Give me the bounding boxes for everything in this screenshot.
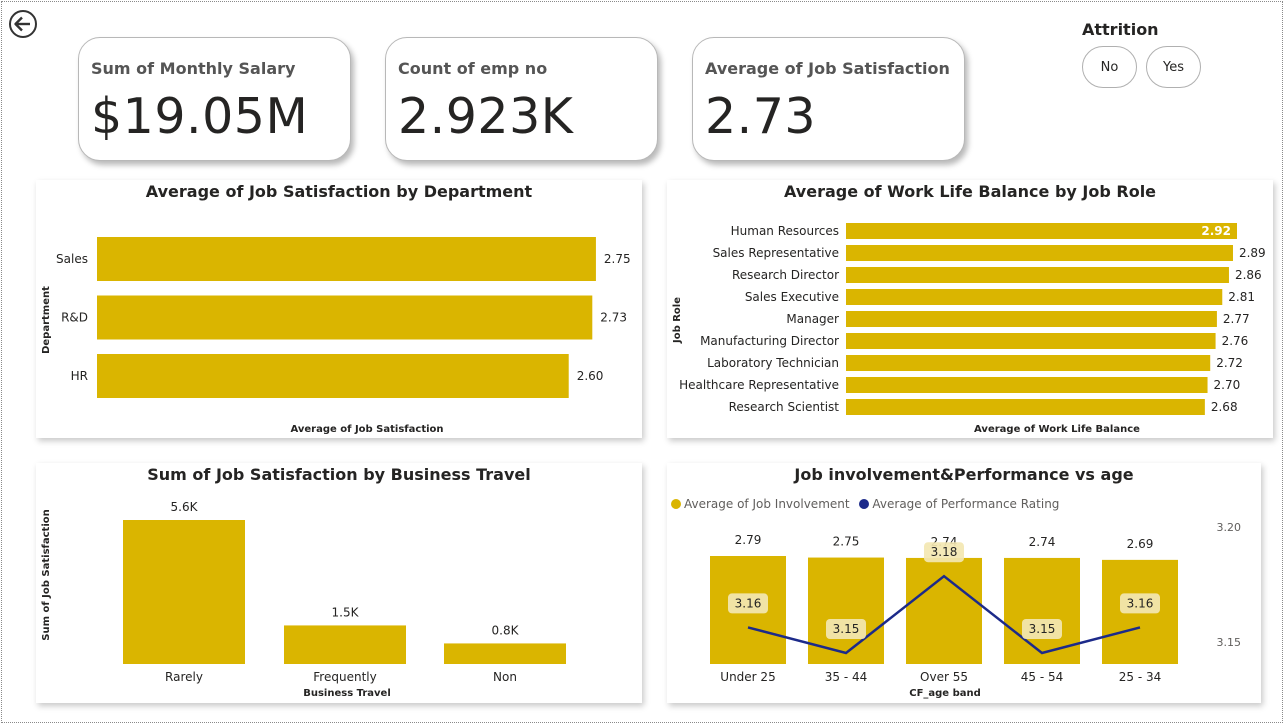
chart-plot: 2.79Under 252.7535 - 442.74Over 552.7445…: [710, 521, 1242, 699]
kpi-label: Sum of Monthly Salary: [91, 59, 296, 78]
chart-job-satisfaction-by-travel: Sum of Job Satisfaction by Business Trav…: [36, 463, 642, 703]
kpi-label: Average of Job Satisfaction: [705, 59, 950, 78]
y-axis-title: Department: [41, 286, 52, 354]
y-axis-title: Sum of Job Satisfaction: [41, 509, 52, 641]
bar: [284, 625, 406, 664]
kpi-label: Count of emp no: [398, 59, 548, 78]
category-label: Manager: [786, 312, 839, 326]
chart-involvement-performance-vs-age: Job involvement&Performance vs age Avera…: [667, 463, 1261, 703]
data-label: 3.16: [1127, 596, 1154, 610]
data-label: 2.77: [1223, 312, 1250, 326]
data-label: 2.68: [1211, 400, 1238, 414]
data-label: 2.92: [1201, 224, 1231, 238]
category-label: Rarely: [165, 670, 203, 684]
slicer-title: Attrition: [1082, 20, 1159, 39]
slicer-option-yes[interactable]: Yes: [1146, 46, 1201, 88]
x-axis-title: CF_age band: [909, 688, 981, 699]
chart-work-life-balance-by-role: Average of Work Life Balance by Job Role…: [667, 180, 1273, 438]
back-arrow-icon[interactable]: [8, 9, 38, 39]
kpi-card-count: Count of emp no 2.923K: [385, 37, 658, 161]
chart-plot: 5.6K Rarely 1.5K Frequently 0.8K Non Business …: [41, 500, 566, 699]
bar: [123, 520, 245, 664]
chart-job-satisfaction-by-department: Average of Job Satisfaction by Departmen…: [36, 180, 642, 438]
x-axis-title: Average of Work Life Balance: [974, 424, 1140, 435]
kpi-value: 2.73: [705, 88, 817, 145]
bar: [97, 354, 569, 398]
data-label: 2.81: [1228, 290, 1255, 304]
chart-plot: Sales 2.75 R&D 2.73 HR 2.60 Average of Job Sat…: [41, 237, 631, 435]
category-label: Sales Executive: [745, 290, 839, 304]
chart-plot: Human Resources 2.92 Sales Representative 2…: [672, 223, 1266, 435]
bar: [444, 643, 566, 664]
kpi-value: 2.923K: [398, 88, 574, 145]
data-label: 2.79: [735, 533, 762, 547]
bar: [846, 311, 1217, 327]
category-label: Sales: [56, 252, 88, 266]
bar: [808, 557, 884, 664]
category-label: Research Scientist: [729, 400, 840, 414]
category-label: Sales Representative: [713, 246, 839, 260]
data-label: 2.69: [1127, 537, 1154, 551]
data-label: 3.15: [833, 622, 860, 636]
category-label: Under 25: [720, 670, 775, 684]
category-label: Laboratory Technician: [707, 356, 839, 370]
data-label: 2.89: [1239, 246, 1266, 260]
kpi-card-salary: Sum of Monthly Salary $19.05M: [78, 37, 351, 161]
data-label: 2.74: [1029, 535, 1056, 549]
data-label: 2.72: [1216, 356, 1243, 370]
bar: [846, 289, 1223, 305]
bar: [846, 355, 1211, 371]
bar: [846, 245, 1233, 261]
category-label: R&D: [61, 311, 88, 325]
slicer-option-no[interactable]: No: [1082, 46, 1137, 88]
bar: [97, 237, 596, 281]
data-label: 2.76: [1222, 334, 1249, 348]
data-label: 3.16: [735, 596, 762, 610]
bar: [846, 333, 1216, 349]
category-label: Manufacturing Director: [700, 334, 839, 348]
category-label: Frequently: [313, 670, 376, 684]
data-label: 2.70: [1214, 378, 1241, 392]
category-label: 35 - 44: [825, 670, 868, 684]
y-axis-title: Job Role: [672, 297, 683, 344]
bar: [846, 377, 1208, 393]
bar: [846, 267, 1229, 283]
data-label: 3.18: [931, 545, 958, 559]
x-axis-title: Average of Job Satisfaction: [290, 424, 443, 435]
data-label: 2.75: [833, 535, 860, 549]
bar: [97, 295, 593, 340]
data-label: 2.60: [577, 369, 604, 383]
y2-tick-label: 3.20: [1217, 521, 1242, 534]
data-label: 1.5K: [332, 605, 360, 619]
data-label: 5.6K: [171, 500, 199, 514]
kpi-value: $19.05M: [91, 88, 309, 145]
data-label: 2.86: [1235, 268, 1262, 282]
bar: [846, 399, 1205, 415]
category-label: Over 55: [920, 670, 968, 684]
data-label: 2.75: [604, 252, 631, 266]
data-label: 2.73: [600, 311, 627, 325]
category-label: Human Resources: [731, 224, 839, 238]
category-label: Research Director: [732, 268, 839, 282]
y2-tick-label: 3.15: [1217, 636, 1242, 649]
category-label: Healthcare Representative: [679, 378, 839, 392]
category-label: 45 - 54: [1021, 670, 1064, 684]
bar: [906, 557, 982, 664]
category-label: Non: [493, 670, 517, 684]
data-label: 0.8K: [492, 623, 520, 637]
x-axis-title: Business Travel: [303, 688, 391, 699]
category-label: 25 - 34: [1119, 670, 1162, 684]
kpi-card-satisfaction: Average of Job Satisfaction 2.73: [692, 37, 965, 161]
bar: [846, 223, 1237, 239]
bar: [1004, 557, 1080, 664]
category-label: HR: [71, 369, 88, 383]
data-label: 3.15: [1029, 622, 1056, 636]
